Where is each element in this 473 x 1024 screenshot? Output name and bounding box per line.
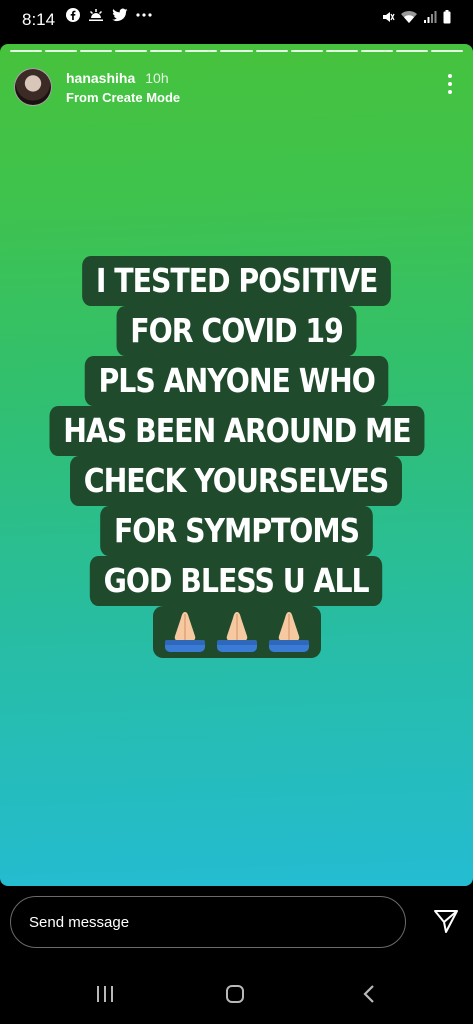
progress-segment bbox=[220, 50, 253, 52]
weather-icon bbox=[89, 9, 103, 21]
folded-hands-emoji bbox=[268, 612, 309, 652]
caption-emoji-line bbox=[152, 606, 321, 658]
progress-segment bbox=[10, 50, 43, 52]
system-icons bbox=[381, 10, 451, 24]
folded-hands-emoji bbox=[164, 612, 205, 652]
twitter-icon bbox=[112, 8, 128, 22]
instagram-story-screen: 8:14 hanashiha 10h From Create Mode I TE… bbox=[0, 0, 473, 1024]
navigation-bar bbox=[0, 966, 473, 1024]
send-icon[interactable] bbox=[433, 908, 459, 934]
avatar[interactable] bbox=[14, 68, 52, 106]
progress-segment bbox=[115, 50, 148, 52]
story-content[interactable]: hanashiha 10h From Create Mode I TESTED … bbox=[0, 44, 473, 886]
caption-line: PLS ANYONE WHO bbox=[84, 356, 389, 406]
send-message-input[interactable]: Send message bbox=[10, 896, 406, 948]
progress-segment bbox=[80, 50, 113, 52]
wifi-icon bbox=[401, 10, 417, 23]
progress-segment bbox=[360, 50, 393, 52]
more-dots-icon bbox=[136, 13, 152, 17]
message-bar: Send message bbox=[0, 886, 473, 966]
progress-segment bbox=[255, 50, 288, 52]
story-progress-bar bbox=[10, 50, 464, 52]
progress-segment bbox=[150, 50, 183, 52]
home-button-icon[interactable] bbox=[226, 985, 244, 1003]
caption-line: GOD BLESS U ALL bbox=[90, 556, 383, 606]
progress-segment bbox=[290, 50, 323, 52]
battery-icon bbox=[443, 10, 451, 24]
caption-line: HAS BEEN AROUND ME bbox=[49, 406, 424, 456]
caption-line: CHECK YOURSELVES bbox=[70, 456, 403, 506]
caption-line: I TESTED POSITIVE bbox=[82, 256, 391, 306]
back-icon[interactable] bbox=[362, 984, 376, 1004]
posted-time: 10h bbox=[145, 70, 169, 86]
recent-apps-icon[interactable] bbox=[96, 986, 114, 1002]
story-caption: I TESTED POSITIVE FOR COVID 19 PLS ANYON… bbox=[0, 256, 473, 658]
progress-segment bbox=[395, 50, 428, 52]
status-time: 8:14 bbox=[22, 10, 56, 29]
more-options-icon[interactable] bbox=[447, 74, 453, 94]
progress-segment bbox=[45, 50, 78, 52]
username[interactable]: hanashiha bbox=[66, 70, 135, 86]
caption-line: FOR COVID 19 bbox=[116, 306, 357, 356]
story-subtitle[interactable]: From Create Mode bbox=[66, 90, 180, 105]
progress-segment bbox=[325, 50, 358, 52]
story-header: hanashiha 10h From Create Mode bbox=[14, 68, 180, 106]
signal-icon bbox=[424, 11, 437, 23]
notification-icons bbox=[66, 8, 152, 22]
status-bar: 8:14 bbox=[0, 0, 473, 40]
folded-hands-emoji bbox=[216, 612, 257, 652]
mute-icon bbox=[383, 12, 395, 22]
facebook-icon bbox=[66, 8, 80, 22]
progress-segment bbox=[430, 50, 464, 52]
progress-segment bbox=[185, 50, 218, 52]
caption-line: FOR SYMPTOMS bbox=[100, 506, 373, 556]
